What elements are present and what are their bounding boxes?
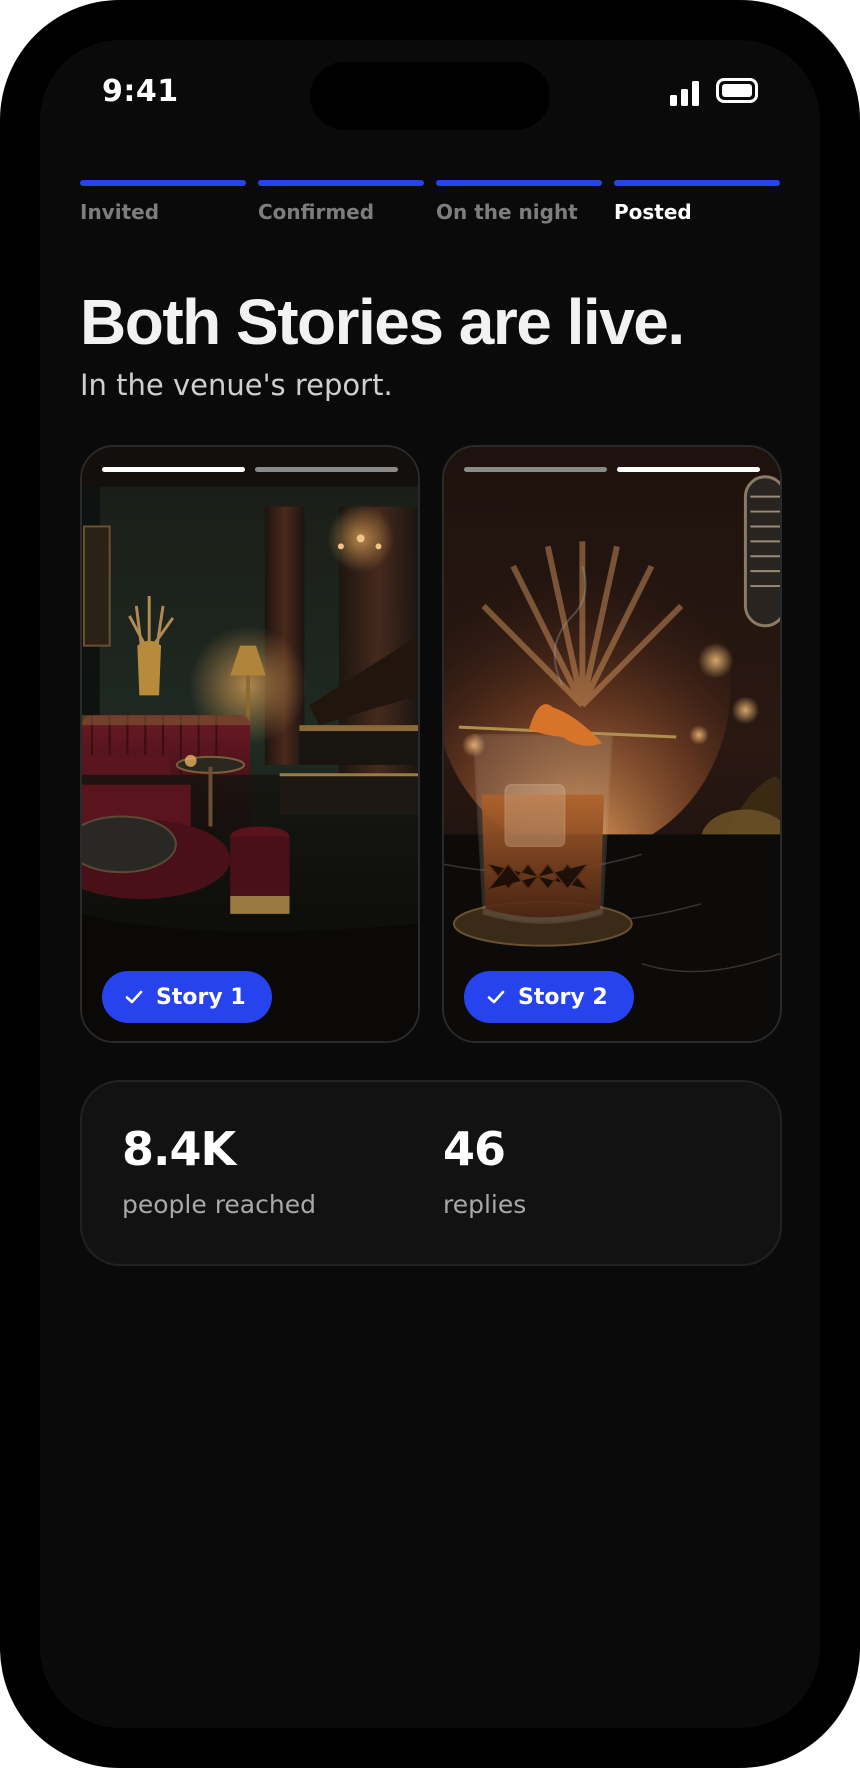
stat-reach: 8.4K people reached [122, 1122, 316, 1219]
story-1-posted-badge: Story 1 [102, 971, 272, 1023]
step-bar [614, 180, 780, 186]
stat-value: 46 [443, 1122, 506, 1176]
step-posted: Posted [614, 180, 780, 224]
step-bar [258, 180, 424, 186]
page-title: Both Stories are live. [80, 286, 685, 358]
screen: 9:41 Invited Confirmed On the night Post… [40, 40, 820, 1728]
story-2-posted-badge: Story 2 [464, 971, 634, 1023]
story-segment-2 [255, 467, 398, 472]
step-label: Posted [614, 200, 692, 224]
step-on-the-night: On the night [436, 180, 602, 224]
stats-card: 8.4K people reached 46 replies [80, 1080, 782, 1266]
step-label: On the night [436, 200, 578, 224]
story-card-2[interactable]: Story 2 [442, 445, 782, 1043]
story-card-1[interactable]: Story 1 [80, 445, 420, 1043]
story-chip-label: Story 1 [156, 984, 246, 1010]
step-label: Confirmed [258, 200, 375, 224]
step-bar [436, 180, 602, 186]
signal-icon [670, 80, 700, 106]
story-chip-label: Story 2 [518, 984, 608, 1010]
step-confirmed: Confirmed [258, 180, 424, 224]
step-label: Invited [80, 200, 160, 224]
story-progress-bars [464, 467, 760, 472]
lounge-photo [82, 447, 418, 1041]
step-bar [80, 180, 246, 186]
stat-label: replies [443, 1190, 527, 1219]
story-segment-2 [617, 467, 760, 472]
story-progress-bars [102, 467, 398, 472]
progress-steps: Invited Confirmed On the night Posted [80, 180, 782, 250]
stat-label: people reached [122, 1190, 316, 1219]
check-icon [487, 990, 505, 1004]
story-segment-1 [464, 467, 607, 472]
battery-icon [716, 78, 758, 103]
cocktail-photo [444, 447, 780, 1041]
status-time: 9:41 [102, 74, 179, 109]
stat-replies: 46 replies [443, 1122, 526, 1219]
phone-frame: 9:41 Invited Confirmed On the night Post… [0, 0, 860, 1768]
dynamic-island [310, 62, 550, 130]
story-segment-1 [102, 467, 245, 472]
stat-value: 8.4K [122, 1122, 236, 1176]
page-subtitle: In the venue's report. [80, 368, 393, 402]
check-icon [125, 990, 143, 1004]
step-invited: Invited [80, 180, 246, 224]
